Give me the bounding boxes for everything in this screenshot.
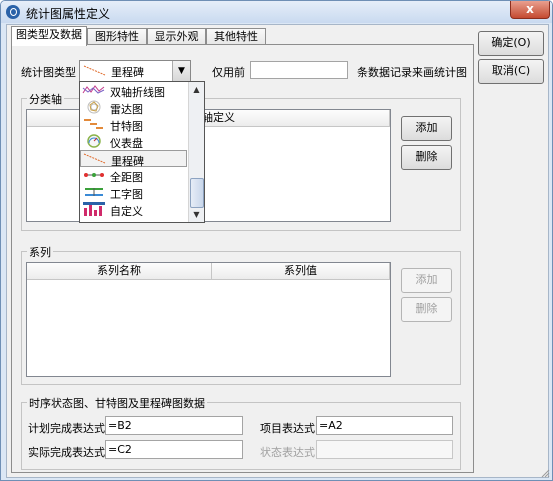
chart-type-selected: 里程碑: [81, 62, 173, 79]
custom-icon: [83, 202, 105, 216]
title-bar[interactable]: 统计图属性定义 x: [1, 1, 552, 23]
category-axis-add-button[interactable]: 添加: [401, 116, 452, 141]
gauge-icon: [87, 134, 101, 148]
chart-type-option[interactable]: 雷达图: [80, 99, 187, 116]
dropdown-scrollbar[interactable]: ▲ ▼: [188, 82, 204, 222]
series-delete-button[interactable]: 删除: [401, 297, 452, 322]
milestone-icon: [83, 65, 106, 76]
gantt-icon: [84, 119, 103, 129]
plan-expression-input[interactable]: =B2: [105, 416, 243, 435]
app-icon: [6, 5, 20, 19]
timing-data-title: 时序状态图、甘特图及里程碑图数据: [27, 395, 207, 411]
chart-type-option[interactable]: 仪表盘: [80, 133, 187, 150]
chart-type-selected-label: 里程碑: [111, 66, 144, 79]
cancel-button[interactable]: 取消(C): [478, 59, 544, 84]
series-table[interactable]: 系列名称 系列值: [26, 262, 391, 377]
plan-expression-label: 计划完成表达式: [28, 422, 105, 435]
dialog-body: 图类型及数据 图形特性 显示外观 其他特性 确定(O) 取消(C) 统计图类型 …: [6, 24, 549, 478]
dual-axis-line-icon: [82, 85, 105, 94]
chart-type-label: 统计图类型: [21, 66, 76, 79]
category-axis-title: 分类轴: [27, 91, 64, 107]
status-expression-input[interactable]: [316, 440, 453, 459]
record-count-suffix: 条数据记录来画统计图: [357, 66, 467, 79]
item-expression-input[interactable]: =A2: [316, 416, 453, 435]
i-beam-icon: [85, 188, 103, 196]
chart-type-option[interactable]: 工字图: [80, 184, 187, 201]
chart-type-option-selected[interactable]: 里程碑: [80, 150, 187, 168]
only-before-label: 仅用前: [212, 66, 245, 79]
radar-icon: [87, 100, 101, 114]
chart-type-option[interactable]: 自定义: [80, 201, 187, 218]
series-value-column-header[interactable]: 系列值: [212, 263, 390, 280]
milestone-icon: [83, 153, 106, 164]
series-add-button[interactable]: 添加: [401, 268, 452, 293]
series-title: 系列: [27, 244, 53, 260]
resize-grip-icon[interactable]: [540, 468, 550, 478]
actual-expression-input[interactable]: =C2: [105, 440, 243, 459]
tab-panel: 统计图类型 里程碑 ▼ 仅用前 条数据记录来画统计图 分类轴 轴定义 添加 删除…: [11, 44, 474, 473]
series-name-column-header[interactable]: 系列名称: [27, 263, 212, 280]
chart-type-select[interactable]: 里程碑 ▼: [79, 60, 191, 82]
tab-graphic-properties[interactable]: 图形特性: [87, 28, 147, 45]
chart-type-option[interactable]: 全距图: [80, 167, 187, 184]
ok-button[interactable]: 确定(O): [478, 31, 544, 56]
scrollbar-thumb[interactable]: [190, 178, 204, 208]
record-count-input[interactable]: [250, 61, 348, 79]
tab-chart-type-data[interactable]: 图类型及数据: [11, 26, 87, 46]
chart-type-option[interactable]: 双轴折线图: [80, 82, 187, 99]
scroll-down-icon[interactable]: ▼: [190, 208, 203, 221]
dialog-window: 统计图属性定义 x 图类型及数据 图形特性 显示外观 其他特性 确定(O) 取消…: [0, 0, 553, 481]
status-expression-label: 状态表达式: [260, 446, 315, 459]
tab-display-appearance[interactable]: 显示外观: [147, 28, 206, 45]
chart-type-dropdown-list[interactable]: 双轴折线图 雷达图 甘特图 仪表盘 里程碑 全距图 工字图 自定义 ▲ ▼: [79, 81, 205, 223]
window-title: 统计图属性定义: [26, 7, 111, 21]
item-expression-label: 项目表达式: [260, 422, 315, 435]
tab-other-properties[interactable]: 其他特性: [206, 28, 266, 45]
category-axis-delete-button[interactable]: 删除: [401, 145, 452, 170]
actual-expression-label: 实际完成表达式: [28, 446, 105, 459]
chart-type-option[interactable]: 甘特图: [80, 116, 187, 133]
chevron-down-icon[interactable]: ▼: [172, 61, 190, 81]
range-icon: [84, 173, 104, 177]
scroll-up-icon[interactable]: ▲: [190, 83, 203, 96]
close-button[interactable]: x: [510, 1, 550, 19]
